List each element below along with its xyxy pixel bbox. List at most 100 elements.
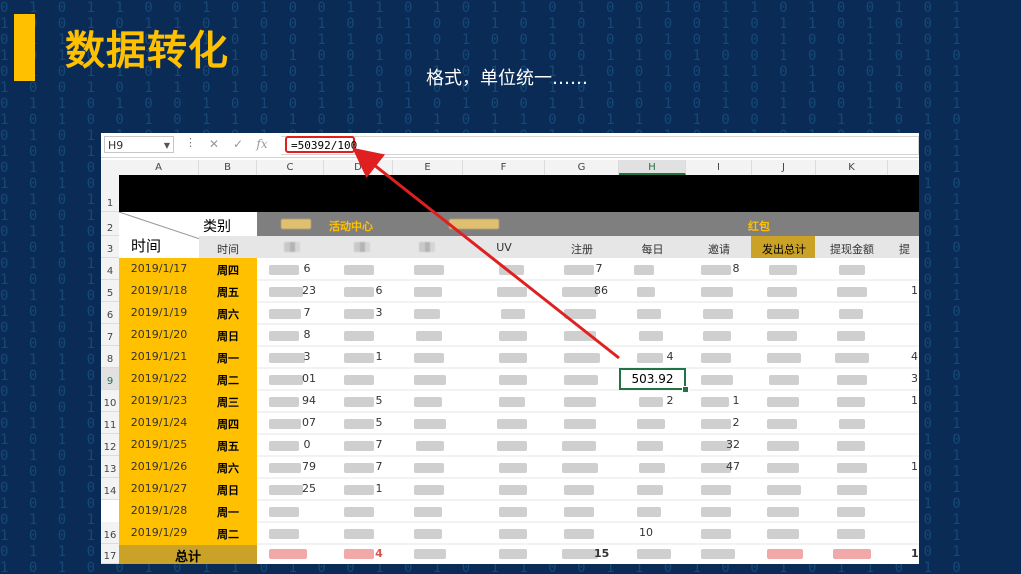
cell-d12[interactable]: 7	[374, 438, 384, 451]
row-header-4[interactable]: 4	[101, 258, 119, 280]
cell-g5[interactable]: 86	[594, 284, 608, 297]
weekday-cell[interactable]: 周四	[199, 416, 257, 432]
cell-d11[interactable]: 5	[374, 416, 384, 429]
row-header-14[interactable]: 14	[101, 478, 119, 500]
row-header-5[interactable]: 5	[101, 280, 119, 302]
col-header-F[interactable]: F	[463, 160, 545, 175]
cell-l13[interactable]: 1	[911, 460, 919, 473]
date-cell[interactable]: 2019/1/24	[119, 416, 199, 429]
function-icon[interactable]: fx	[253, 136, 271, 153]
row-header-3[interactable]: 3	[101, 236, 119, 258]
enter-icon[interactable]: ✓	[229, 136, 247, 153]
row-header-1[interactable]: 1	[101, 175, 119, 212]
cell-d8[interactable]: 1	[374, 350, 384, 363]
cell-d5[interactable]: 6	[374, 284, 384, 297]
col-header-J[interactable]: J	[752, 160, 816, 175]
weekday-cell[interactable]: 周日	[199, 328, 257, 344]
col-header-K[interactable]: K	[816, 160, 888, 175]
formula-input-area[interactable]	[281, 136, 919, 155]
col-header-G[interactable]: G	[545, 160, 619, 175]
date-cell[interactable]: 2019/1/28	[119, 504, 199, 517]
col-header-B[interactable]: B	[199, 160, 257, 175]
row-header-2[interactable]: 2	[101, 212, 119, 236]
weekday-cell[interactable]: 周日	[199, 482, 257, 498]
row-header-9[interactable]: 9	[101, 368, 119, 390]
cell-i13[interactable]: 47	[726, 460, 740, 473]
cell-c6[interactable]: 7	[302, 306, 312, 319]
name-box[interactable]: H9 ▼	[104, 136, 174, 153]
row-header-12[interactable]: 12	[101, 434, 119, 456]
cancel-icon[interactable]: ✕	[205, 136, 223, 153]
weekday-cell[interactable]: 周六	[199, 306, 257, 322]
cell-c8[interactable]: 3	[302, 350, 312, 363]
cell-c7[interactable]: 8	[302, 328, 312, 341]
weekday-cell[interactable]: 周三	[199, 394, 257, 410]
cell-l5[interactable]: 1	[911, 284, 919, 297]
cell-i11[interactable]: 2	[731, 416, 741, 429]
date-cell[interactable]: 2019/1/23	[119, 394, 199, 407]
cell-g17[interactable]: 15	[594, 547, 609, 560]
col-header-E[interactable]: E	[393, 160, 463, 175]
cell-d10[interactable]: 5	[374, 394, 384, 407]
cell-l10[interactable]: 1	[911, 394, 919, 407]
row-header-7[interactable]: 7	[101, 324, 119, 346]
date-cell[interactable]: 2019/1/20	[119, 328, 199, 341]
row-header-16[interactable]: 16	[101, 522, 119, 544]
date-cell[interactable]: 2019/1/26	[119, 460, 199, 473]
cell-c11[interactable]: 07	[302, 416, 316, 429]
cell-c10[interactable]: 94	[302, 394, 316, 407]
cell-d6[interactable]: 3	[374, 306, 384, 319]
date-cell[interactable]: 2019/1/25	[119, 438, 199, 451]
row-header-6[interactable]: 6	[101, 302, 119, 324]
cell-l17[interactable]: 1	[911, 547, 919, 560]
selected-cell-h9[interactable]: 503.92	[619, 368, 686, 390]
weekday-cell[interactable]: 周一	[199, 504, 257, 520]
cell-l8[interactable]: 4	[911, 350, 919, 363]
weekday-cell[interactable]: 周一	[199, 350, 257, 366]
formula-input[interactable]: =50392/100	[285, 136, 357, 153]
row-header-17[interactable]: 17	[101, 544, 119, 564]
cell-h16[interactable]: 10	[639, 526, 653, 539]
date-cell[interactable]: 2019/1/27	[119, 482, 199, 495]
weekday-cell[interactable]: 周六	[199, 460, 257, 476]
fill-handle[interactable]	[682, 386, 689, 393]
cell-c13[interactable]: 79	[302, 460, 316, 473]
cell-h10[interactable]: 2	[665, 394, 675, 407]
row-header-10[interactable]: 10	[101, 390, 119, 412]
date-cell[interactable]: 2019/1/29	[119, 526, 199, 539]
date-cell[interactable]: 2019/1/19	[119, 306, 199, 319]
cell-g4[interactable]: 7	[594, 262, 604, 275]
cell-c14[interactable]: 25	[302, 482, 316, 495]
cell-d14[interactable]: 1	[374, 482, 384, 495]
col-header-A[interactable]: A	[119, 160, 199, 175]
cell-l9[interactable]: 3	[911, 372, 919, 385]
cell-h8[interactable]: 4	[665, 350, 675, 363]
date-cell[interactable]: 2019/1/17	[119, 262, 199, 275]
col-header-C[interactable]: C	[257, 160, 324, 175]
weekday-cell[interactable]: 周五	[199, 284, 257, 300]
cell-i10[interactable]: 1	[731, 394, 741, 407]
row-header-11[interactable]: 11	[101, 412, 119, 434]
cell-c4[interactable]: 6	[302, 262, 312, 275]
cell-d13[interactable]: 7	[374, 460, 384, 473]
col-header-H[interactable]: H	[619, 160, 686, 175]
cell-c12[interactable]: 0	[302, 438, 312, 451]
date-cell[interactable]: 2019/1/21	[119, 350, 199, 363]
weekday-cell[interactable]: 周二	[199, 372, 257, 388]
chevron-down-icon[interactable]: ▼	[164, 137, 170, 154]
cell-i4[interactable]: 8	[731, 262, 741, 275]
row-header-8[interactable]: 8	[101, 346, 119, 368]
more-icon[interactable]: ⋮	[185, 136, 196, 149]
cell-i12[interactable]: 32	[726, 438, 740, 451]
weekday-cell[interactable]: 周五	[199, 438, 257, 454]
date-cell[interactable]: 2019/1/22	[119, 372, 199, 385]
weekday-cell[interactable]: 周四	[199, 262, 257, 278]
col-header-I[interactable]: I	[686, 160, 752, 175]
cell-d17[interactable]: 4	[374, 547, 384, 560]
cell-c9[interactable]: 01	[302, 372, 316, 385]
row-header-13[interactable]: 13	[101, 456, 119, 478]
col-header-D[interactable]: D	[324, 160, 393, 175]
cell-c5[interactable]: 23	[302, 284, 316, 297]
date-cell[interactable]: 2019/1/18	[119, 284, 199, 297]
weekday-cell[interactable]: 周二	[199, 526, 257, 542]
